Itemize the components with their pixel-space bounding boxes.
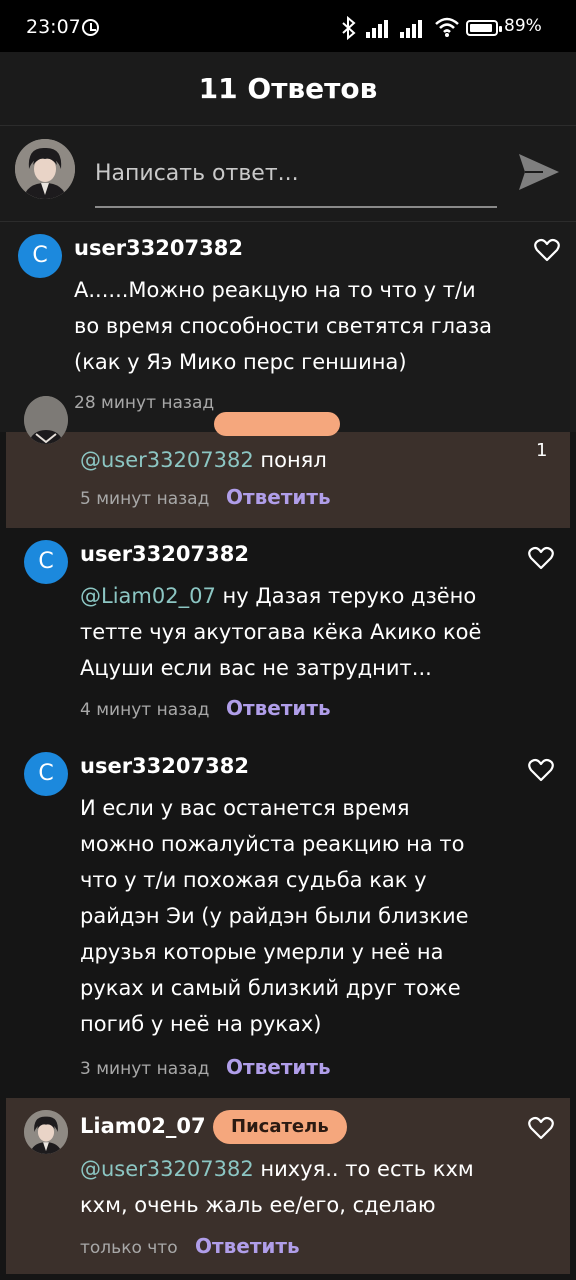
comment-username[interactable]: Liam02_07 bbox=[80, 1114, 206, 1138]
comment-text: @Liam02_07 ну Дазая теруко дзёно тетте ч… bbox=[80, 584, 482, 680]
like-count: 1 bbox=[536, 440, 548, 461]
comment-username[interactable]: user33207382 bbox=[80, 754, 249, 778]
comment-text: И если у вас останется время можно пожал… bbox=[80, 796, 469, 1036]
heart-icon[interactable] bbox=[528, 546, 554, 570]
heart-icon[interactable] bbox=[528, 1116, 554, 1140]
battery-level: 89% bbox=[504, 16, 542, 36]
user-avatar[interactable]: C bbox=[18, 234, 62, 278]
comment-time: только что bbox=[80, 1238, 178, 1258]
comment-item: @user33207382 понял 1 5 минут назад Отве… bbox=[6, 396, 570, 528]
status-time: 23:07 bbox=[26, 16, 81, 38]
my-avatar[interactable] bbox=[15, 139, 75, 199]
comment-time: 3 минут назад bbox=[80, 1059, 210, 1079]
comment-item: C user33207382 А......Можно реакцую на т… bbox=[0, 222, 576, 432]
user-avatar[interactable] bbox=[24, 1110, 68, 1154]
wifi-icon bbox=[435, 17, 459, 37]
heart-icon[interactable] bbox=[528, 758, 554, 782]
comment-username[interactable]: user33207382 bbox=[80, 542, 249, 566]
comment-text: А......Можно реакцую на то что у т/и во … bbox=[74, 278, 492, 374]
reply-compose-bar bbox=[0, 126, 576, 222]
comment-time: 5 минут назад bbox=[80, 489, 210, 509]
heart-icon[interactable] bbox=[534, 238, 560, 262]
reply-button[interactable]: Ответить bbox=[226, 485, 331, 509]
comment-time: 28 минут назад bbox=[74, 393, 215, 413]
comment-text: @user33207382 нихуя.. то есть кхм кхм, о… bbox=[80, 1157, 474, 1217]
bluetooth-icon bbox=[342, 16, 356, 40]
comment-item: Liam02_07 Писатель @user33207382 нихуя..… bbox=[6, 1098, 570, 1274]
reply-button[interactable]: Ответить bbox=[195, 1234, 300, 1258]
battery-icon bbox=[466, 20, 502, 36]
status-bar: 23:07 89% bbox=[0, 0, 576, 52]
header: 11 Ответов bbox=[0, 52, 576, 126]
reply-button[interactable]: Ответить bbox=[226, 696, 331, 720]
comment-item: C user33207382 И если у вас останется вр… bbox=[0, 740, 576, 1098]
signal-icon bbox=[366, 16, 394, 38]
user-avatar[interactable] bbox=[24, 396, 68, 444]
comment-text: @user33207382 понял bbox=[80, 448, 327, 472]
signal-icon bbox=[400, 16, 428, 38]
mention-link[interactable]: @user33207382 bbox=[80, 1157, 254, 1181]
reply-button[interactable]: Ответить bbox=[226, 1055, 331, 1079]
mention-link[interactable]: @Liam02_07 bbox=[80, 584, 216, 608]
user-avatar[interactable]: C bbox=[24, 752, 68, 796]
comment-item: C user33207382 @Liam02_07 ну Дазая терук… bbox=[0, 528, 576, 740]
writer-badge: Писатель bbox=[213, 1110, 347, 1144]
comment-time: 4 минут назад bbox=[80, 700, 210, 720]
writer-badge bbox=[214, 412, 340, 436]
mention-link[interactable]: @user33207382 bbox=[80, 448, 254, 472]
comment-username[interactable]: user33207382 bbox=[74, 236, 243, 260]
send-icon[interactable] bbox=[517, 152, 561, 192]
alarm-icon bbox=[82, 19, 99, 36]
user-avatar[interactable]: C bbox=[24, 540, 68, 584]
page-title: 11 Ответов bbox=[198, 72, 378, 105]
reply-input[interactable] bbox=[95, 154, 497, 208]
